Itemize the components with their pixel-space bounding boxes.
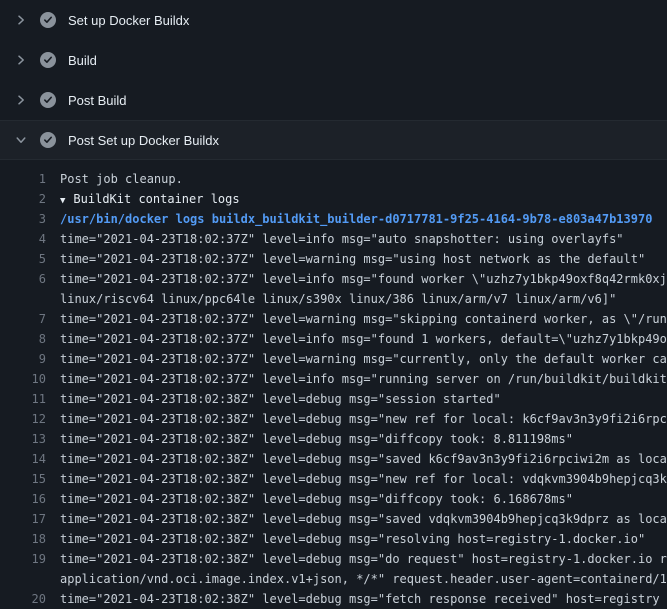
log-text: time="2021-04-23T18:02:38Z" level=debug … [60, 389, 501, 409]
chevron-down-icon[interactable] [14, 133, 28, 147]
log-line: application/vnd.oci.image.index.v1+json,… [0, 569, 667, 589]
line-number [0, 289, 46, 309]
log-text: linux/riscv64 linux/ppc64le linux/s390x … [60, 289, 616, 309]
line-number[interactable]: 15 [0, 469, 46, 489]
log-line: 11 time="2021-04-23T18:02:38Z" level=debu… [0, 389, 667, 409]
line-number[interactable]: 12 [0, 409, 46, 429]
group-caret-icon[interactable]: ▼ [60, 191, 65, 209]
log-line: 20 time="2021-04-23T18:02:38Z" level=debu… [0, 589, 667, 609]
check-circle-icon [40, 132, 56, 148]
line-number[interactable]: 6 [0, 269, 46, 289]
log-group-row: ▼ BuildKit container logs [60, 189, 240, 209]
line-number[interactable]: 13 [0, 429, 46, 449]
log-line: 8 time="2021-04-23T18:02:37Z" level=info … [0, 329, 667, 349]
log-text: time="2021-04-23T18:02:38Z" level=debug … [60, 409, 667, 429]
check-circle-icon [40, 12, 56, 28]
log-text: time="2021-04-23T18:02:38Z" level=debug … [60, 449, 667, 469]
step-title: Post Set up Docker Buildx [68, 133, 219, 148]
group-title[interactable]: BuildKit container logs [73, 192, 239, 206]
log-line: 13 time="2021-04-23T18:02:38Z" level=debu… [0, 429, 667, 449]
log-text: time="2021-04-23T18:02:37Z" level=warnin… [60, 349, 667, 369]
line-number[interactable]: 4 [0, 229, 46, 249]
log-line: linux/riscv64 linux/ppc64le linux/s390x … [0, 289, 667, 309]
log-text: time="2021-04-23T18:02:38Z" level=debug … [60, 429, 573, 449]
log-text: time="2021-04-23T18:02:38Z" level=debug … [60, 549, 667, 569]
line-number[interactable]: 2 [0, 189, 46, 209]
chevron-right-icon[interactable] [14, 93, 28, 107]
line-number[interactable]: 17 [0, 509, 46, 529]
log-text: time="2021-04-23T18:02:38Z" level=debug … [60, 489, 573, 509]
line-number[interactable]: 19 [0, 549, 46, 569]
log-line: 7 time="2021-04-23T18:02:37Z" level=warni… [0, 309, 667, 329]
line-number[interactable]: 18 [0, 529, 46, 549]
log-line: 4 time="2021-04-23T18:02:37Z" level=info … [0, 229, 667, 249]
log-line: 9 time="2021-04-23T18:02:37Z" level=warni… [0, 349, 667, 369]
log-text: Post job cleanup. [60, 169, 183, 189]
step-title: Set up Docker Buildx [68, 13, 189, 28]
log-line: 12 time="2021-04-23T18:02:38Z" level=debu… [0, 409, 667, 429]
line-number[interactable]: 10 [0, 369, 46, 389]
log-line: 16 time="2021-04-23T18:02:38Z" level=debu… [0, 489, 667, 509]
log-line: 17 time="2021-04-23T18:02:38Z" level=debu… [0, 509, 667, 529]
step-title: Build [68, 53, 97, 68]
log-viewer: 1 Post job cleanup. 2 ▼ BuildKit container l… [0, 160, 667, 609]
log-text: time="2021-04-23T18:02:37Z" level=info m… [60, 229, 624, 249]
chevron-right-icon[interactable] [14, 53, 28, 67]
line-number[interactable]: 1 [0, 169, 46, 189]
check-circle-icon [40, 52, 56, 68]
log-text: time="2021-04-23T18:02:38Z" level=debug … [60, 589, 660, 609]
step-post-set-up-docker-buildx[interactable]: Post Set up Docker Buildx [0, 120, 667, 160]
step-set-up-docker-buildx[interactable]: Set up Docker Buildx [0, 0, 667, 40]
line-number[interactable]: 20 [0, 589, 46, 609]
log-text: time="2021-04-23T18:02:38Z" level=debug … [60, 529, 645, 549]
chevron-right-icon[interactable] [14, 13, 28, 27]
step-post-build[interactable]: Post Build [0, 80, 667, 120]
log-command-text: /usr/bin/docker logs buildx_buildkit_bui… [60, 209, 652, 229]
log-line: 10 time="2021-04-23T18:02:37Z" level=info… [0, 369, 667, 389]
check-circle-icon [40, 92, 56, 108]
log-text: time="2021-04-23T18:02:38Z" level=debug … [60, 509, 667, 529]
log-line: 14 time="2021-04-23T18:02:38Z" level=debu… [0, 449, 667, 469]
log-text: time="2021-04-23T18:02:37Z" level=warnin… [60, 309, 667, 329]
log-text: time="2021-04-23T18:02:38Z" level=debug … [60, 469, 667, 489]
log-line: 5 time="2021-04-23T18:02:37Z" level=warni… [0, 249, 667, 269]
line-number[interactable]: 5 [0, 249, 46, 269]
job-steps-list: Set up Docker Buildx Build Post Build Po… [0, 0, 667, 160]
line-number [0, 569, 46, 589]
line-number[interactable]: 3 [0, 209, 46, 229]
step-build[interactable]: Build [0, 40, 667, 80]
log-text: application/vnd.oci.image.index.v1+json,… [60, 569, 667, 589]
line-number[interactable]: 14 [0, 449, 46, 469]
line-number[interactable]: 9 [0, 349, 46, 369]
line-number[interactable]: 11 [0, 389, 46, 409]
line-number[interactable]: 16 [0, 489, 46, 509]
log-line: 3/usr/bin/docker logs buildx_buildkit_bu… [0, 209, 667, 229]
log-line: 1 Post job cleanup. [0, 169, 667, 189]
step-title: Post Build [68, 93, 127, 108]
line-number[interactable]: 7 [0, 309, 46, 329]
log-line: 2 ▼ BuildKit container logs [0, 189, 667, 209]
log-text: time="2021-04-23T18:02:37Z" level=info m… [60, 329, 667, 349]
line-number[interactable]: 8 [0, 329, 46, 349]
log-line: 15 time="2021-04-23T18:02:38Z" level=debu… [0, 469, 667, 489]
log-line: 19 time="2021-04-23T18:02:38Z" level=debu… [0, 549, 667, 569]
log-line: 6 time="2021-04-23T18:02:37Z" level=info … [0, 269, 667, 289]
log-text: time="2021-04-23T18:02:37Z" level=info m… [60, 369, 667, 389]
log-line: 18 time="2021-04-23T18:02:38Z" level=debu… [0, 529, 667, 549]
log-text: time="2021-04-23T18:02:37Z" level=info m… [60, 269, 667, 289]
log-text: time="2021-04-23T18:02:37Z" level=warnin… [60, 249, 645, 269]
